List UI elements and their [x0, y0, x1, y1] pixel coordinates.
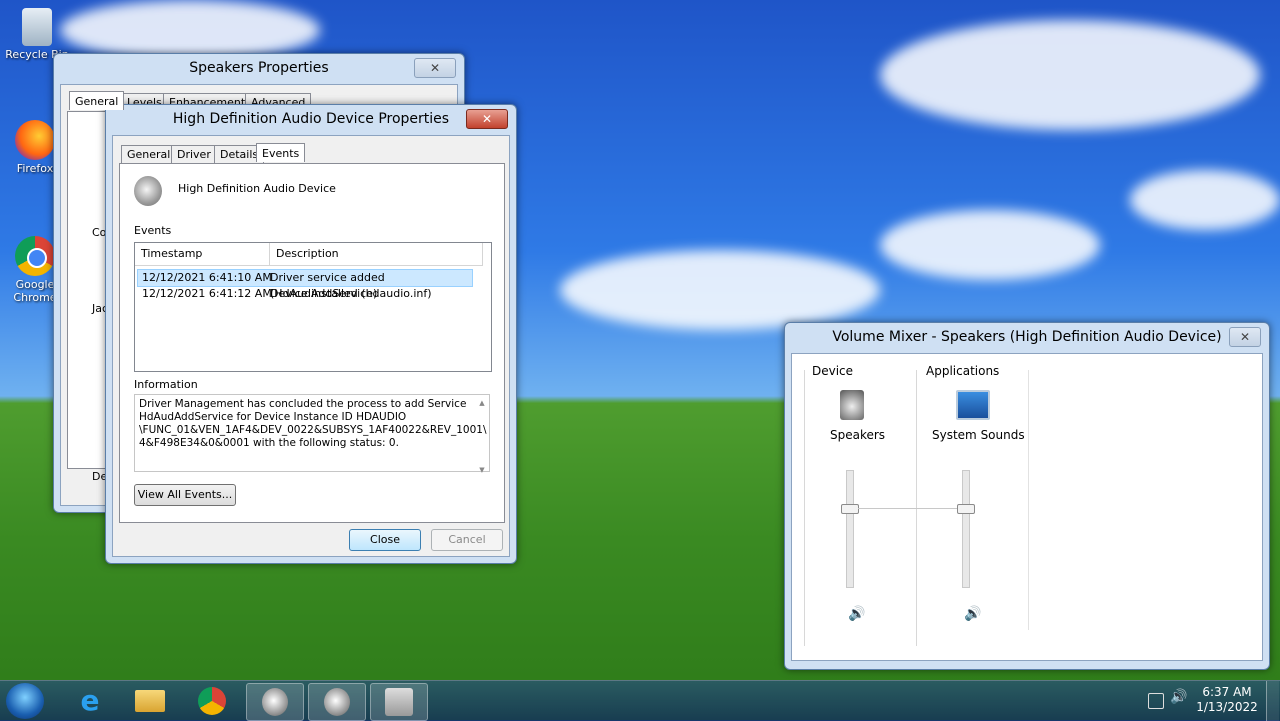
information-line: \FUNC_01&VEN_1AF4&DEV_0022&SUBSYS_1AF400…	[139, 424, 487, 436]
device-section-label: Device	[812, 364, 854, 378]
description-cell: Device installed (hdaudio.inf)	[270, 287, 432, 300]
timestamp-cell: 12/12/2021 6:41:10 AM	[142, 271, 272, 284]
window-title: High Definition Audio Device Properties	[172, 111, 450, 127]
window-titlebar[interactable]: High Definition Audio Device Properties …	[106, 105, 516, 133]
folder-icon	[135, 690, 165, 712]
taskbar-internet-explorer[interactable]: e	[62, 683, 118, 719]
events-label: Events	[134, 224, 172, 237]
window-titlebar[interactable]: Volume Mixer - Speakers (High Definition…	[785, 323, 1269, 351]
hd-audio-client: General Driver Details Events High Defin…	[112, 135, 510, 557]
table-row[interactable]: 12/12/2021 6:41:12 AM Device installed (…	[137, 286, 471, 302]
desktop-icon-label: Google Chrome	[13, 278, 57, 304]
show-desktop-button[interactable]	[1266, 681, 1279, 721]
info-scrollbar[interactable]: ▲ ▼	[477, 397, 487, 474]
divider	[1028, 370, 1029, 630]
speakers-channel-label: Speakers	[830, 428, 886, 442]
events-list[interactable]: Timestamp Description 12/12/2021 6:41:10…	[134, 242, 492, 372]
speakers-device-icon[interactable]	[840, 390, 864, 420]
speaker-icon	[134, 176, 162, 206]
system-sounds-volume-thumb[interactable]	[957, 504, 975, 514]
recycle-bin-icon	[22, 8, 52, 46]
system-sounds-mute-icon[interactable]: 🔊	[964, 606, 981, 622]
network-icon[interactable]	[1148, 693, 1164, 709]
close-icon[interactable]: ✕	[466, 109, 508, 129]
clock-date: 1/13/2022	[1196, 700, 1258, 714]
firefox-icon	[15, 120, 55, 160]
window-titlebar[interactable]: Speakers Properties ✕	[54, 54, 464, 82]
speaker-icon	[262, 688, 288, 716]
taskbar-speakers-properties[interactable]	[246, 683, 304, 721]
cancel-button[interactable]: Cancel	[431, 529, 503, 551]
volume-mixer-window: Volume Mixer - Speakers (High Definition…	[784, 322, 1270, 670]
taskbar: e 🔊 6:37 AM 1/13/2022	[0, 680, 1280, 721]
wallpaper-cloud	[1130, 170, 1280, 230]
desktop-icon-label: Firefox	[16, 162, 54, 175]
taskbar-hd-audio-properties[interactable]	[308, 683, 366, 721]
chrome-icon	[198, 687, 226, 715]
tab-driver[interactable]: Driver	[171, 145, 217, 163]
divider	[804, 370, 805, 646]
system-sounds-volume-slider[interactable]	[962, 470, 970, 588]
information-line: Driver Management has concluded the proc…	[139, 398, 467, 410]
wallpaper-cloud	[560, 250, 880, 330]
speakers-volume-thumb[interactable]	[841, 504, 859, 514]
start-button[interactable]	[6, 683, 44, 719]
mixer-client: Device Applications Speakers 🔊 System So…	[791, 353, 1263, 661]
taskbar-volume-mixer[interactable]	[370, 683, 428, 721]
information-text-box[interactable]: Driver Management has concluded the proc…	[134, 394, 490, 474]
speakers-mute-icon[interactable]: 🔊	[848, 606, 865, 622]
hd-audio-properties-window: High Definition Audio Device Properties …	[105, 104, 517, 564]
table-row[interactable]: 12/12/2021 6:41:10 AM Driver service add…	[137, 269, 473, 300]
column-header-timestamp[interactable]: Timestamp	[135, 243, 270, 266]
applications-section-label: Applications	[926, 364, 1000, 378]
wallpaper-cloud	[880, 20, 1260, 130]
wallpaper-cloud	[60, 0, 320, 60]
taskbar-file-explorer[interactable]	[122, 683, 178, 719]
close-icon[interactable]: ✕	[414, 58, 456, 78]
information-label: Information	[134, 378, 198, 391]
system-sounds-channel-label: System Sounds	[932, 428, 1025, 442]
volume-icon[interactable]: 🔊	[1170, 689, 1187, 705]
volume-mixer-icon	[385, 688, 413, 716]
clock-time: 6:37 AM	[1202, 685, 1252, 699]
view-all-events-button[interactable]: View All Events...	[134, 484, 236, 506]
close-button[interactable]: Close	[349, 529, 421, 551]
device-name: High Definition Audio Device	[178, 182, 336, 195]
information-line: 4&F498E34&0&0001 with the following stat…	[139, 437, 399, 449]
chrome-icon	[15, 236, 55, 276]
taskbar-chrome[interactable]	[184, 683, 240, 719]
events-panel: High Definition Audio Device Events Time…	[119, 163, 505, 523]
slider-link-line	[858, 508, 966, 509]
clock[interactable]: 6:37 AM 1/13/2022	[1196, 685, 1258, 715]
window-title: Volume Mixer - Speakers (High Definition…	[832, 329, 1222, 345]
wallpaper-cloud	[880, 210, 1100, 280]
tab-general[interactable]: General	[121, 145, 177, 163]
system-sounds-icon[interactable]	[956, 390, 990, 420]
window-title: Speakers Properties	[189, 60, 329, 76]
information-line: HdAudAddService for Device Instance ID H…	[139, 411, 407, 423]
tab-general[interactable]: General	[69, 91, 125, 110]
speakers-volume-slider[interactable]	[846, 470, 854, 588]
close-icon[interactable]: ✕	[1229, 327, 1261, 347]
timestamp-cell: 12/12/2021 6:41:12 AM	[142, 287, 272, 300]
tab-events[interactable]: Events	[256, 143, 306, 162]
speaker-icon	[324, 688, 350, 716]
column-header-description[interactable]: Description	[270, 243, 483, 266]
internet-explorer-icon: e	[80, 684, 100, 717]
